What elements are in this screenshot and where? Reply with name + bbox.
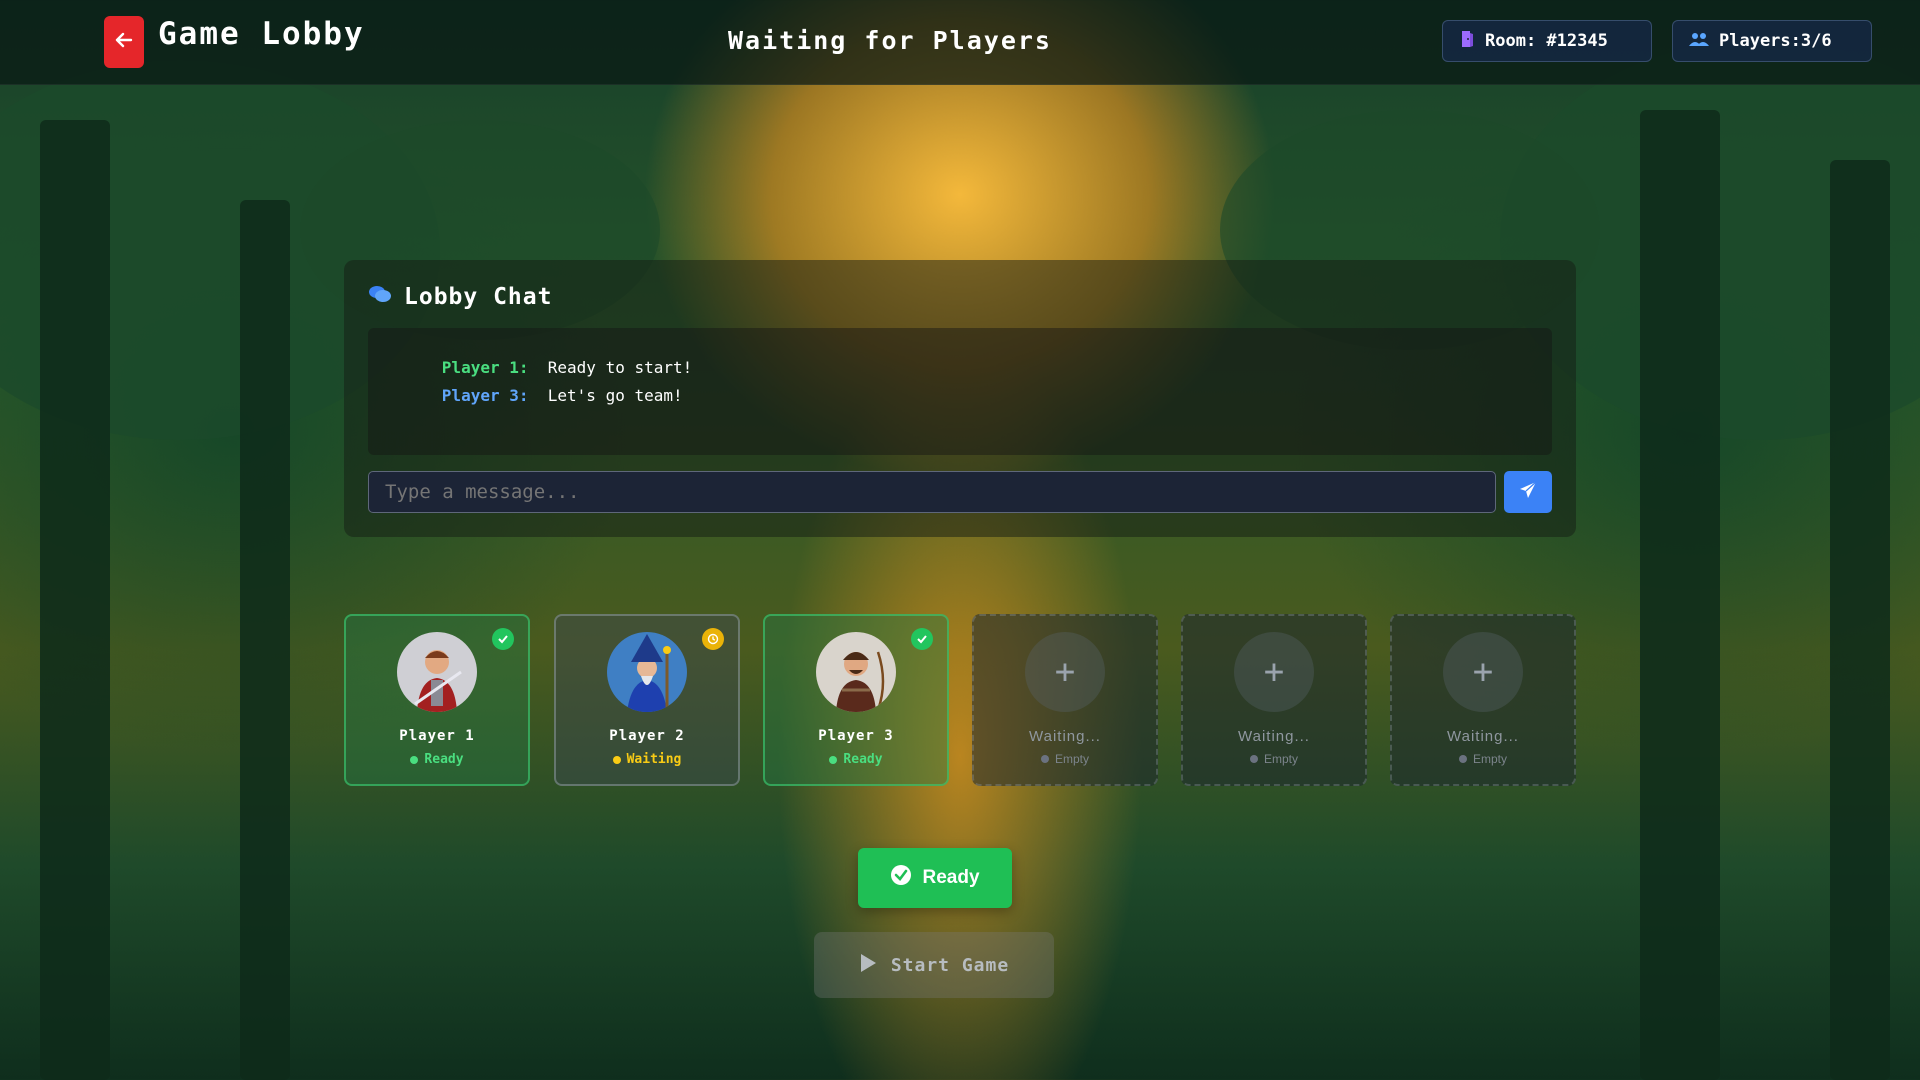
check-icon: [492, 628, 514, 650]
player-card-1[interactable]: Player 1 Ready: [344, 614, 530, 786]
avatar: [397, 632, 477, 712]
chat-message-text: Let's go team!: [547, 386, 683, 405]
player-status: Waiting: [556, 752, 738, 767]
player-card-2[interactable]: Player 2 Waiting: [554, 614, 740, 786]
top-bar: Game Lobby Waiting for Players Room: #12…: [0, 0, 1920, 85]
lobby-chat-panel: Lobby Chat Player 1: Ready to start! Pla…: [344, 260, 1576, 537]
players-count-badge: Players:3/6: [1672, 20, 1872, 62]
room-label: Room: #12345: [1485, 31, 1608, 51]
players-count-label: Players:3/6: [1719, 31, 1832, 51]
empty-slot-card[interactable]: + Waiting... Empty: [1181, 614, 1367, 786]
player-name: Waiting...: [1029, 728, 1101, 745]
check-icon: [911, 628, 933, 650]
status-dot: [829, 755, 838, 764]
status-dot: [1040, 755, 1049, 763]
plus-icon: +: [1025, 632, 1105, 712]
page-title: Game Lobby: [158, 16, 365, 52]
door-icon: [1459, 30, 1475, 53]
player-name: Player 2: [609, 728, 685, 744]
clock-icon: [702, 628, 724, 650]
status-dot: [1458, 755, 1467, 763]
start-game-label: Start Game: [890, 954, 1010, 976]
arrow-left-icon: [115, 32, 133, 52]
play-icon: [859, 953, 877, 978]
chat-bubbles-icon: [368, 284, 392, 310]
start-game-button[interactable]: Start Game: [814, 932, 1054, 998]
room-badge: Room: #12345: [1442, 20, 1652, 62]
player-card-3[interactable]: Player 3 Ready: [763, 614, 949, 786]
plus-icon: +: [1234, 632, 1314, 712]
avatar: [816, 632, 896, 712]
chat-message-input[interactable]: [368, 471, 1496, 513]
chat-title: Lobby Chat: [368, 284, 552, 310]
player-status-label: Empty: [1472, 752, 1507, 766]
player-status: Ready: [765, 752, 947, 767]
player-status-label: Empty: [1263, 752, 1298, 766]
player-status-label: Waiting: [626, 752, 682, 767]
player-name: Waiting...: [1238, 728, 1310, 745]
chat-title-label: Lobby Chat: [404, 284, 553, 310]
chat-message-author: Player 3:: [441, 386, 529, 405]
ready-button-label: Ready: [922, 867, 980, 888]
player-name: Player 3: [818, 728, 894, 744]
player-name: Player 1: [399, 728, 475, 744]
player-status-label: Ready: [424, 752, 464, 767]
plus-icon: +: [1443, 632, 1523, 712]
users-icon: [1689, 31, 1709, 52]
empty-slot-card[interactable]: + Waiting... Empty: [972, 614, 1158, 786]
lobby-status-title: Waiting for Players: [728, 26, 1052, 55]
avatar: [607, 632, 687, 712]
send-message-button[interactable]: [1504, 471, 1552, 513]
player-status: Empty: [1392, 752, 1574, 766]
player-status: Ready: [346, 752, 528, 767]
check-circle-icon: [890, 864, 912, 892]
player-status: Empty: [974, 752, 1156, 766]
ready-button[interactable]: Ready: [858, 848, 1012, 908]
player-name: Waiting...: [1447, 728, 1519, 745]
empty-slot-card[interactable]: + Waiting... Empty: [1390, 614, 1576, 786]
player-status: Empty: [1183, 752, 1365, 766]
status-dot: [1249, 755, 1258, 763]
player-status-label: Empty: [1054, 752, 1089, 766]
back-button[interactable]: [104, 16, 144, 68]
status-dot: [410, 755, 419, 764]
chat-log: Player 1: Ready to start! Player 3: Let'…: [368, 328, 1552, 455]
status-dot: [612, 755, 621, 764]
player-status-label: Ready: [843, 752, 883, 767]
paper-plane-icon: [1519, 481, 1537, 503]
chat-message: Player 3: Let's go team!: [384, 367, 683, 424]
